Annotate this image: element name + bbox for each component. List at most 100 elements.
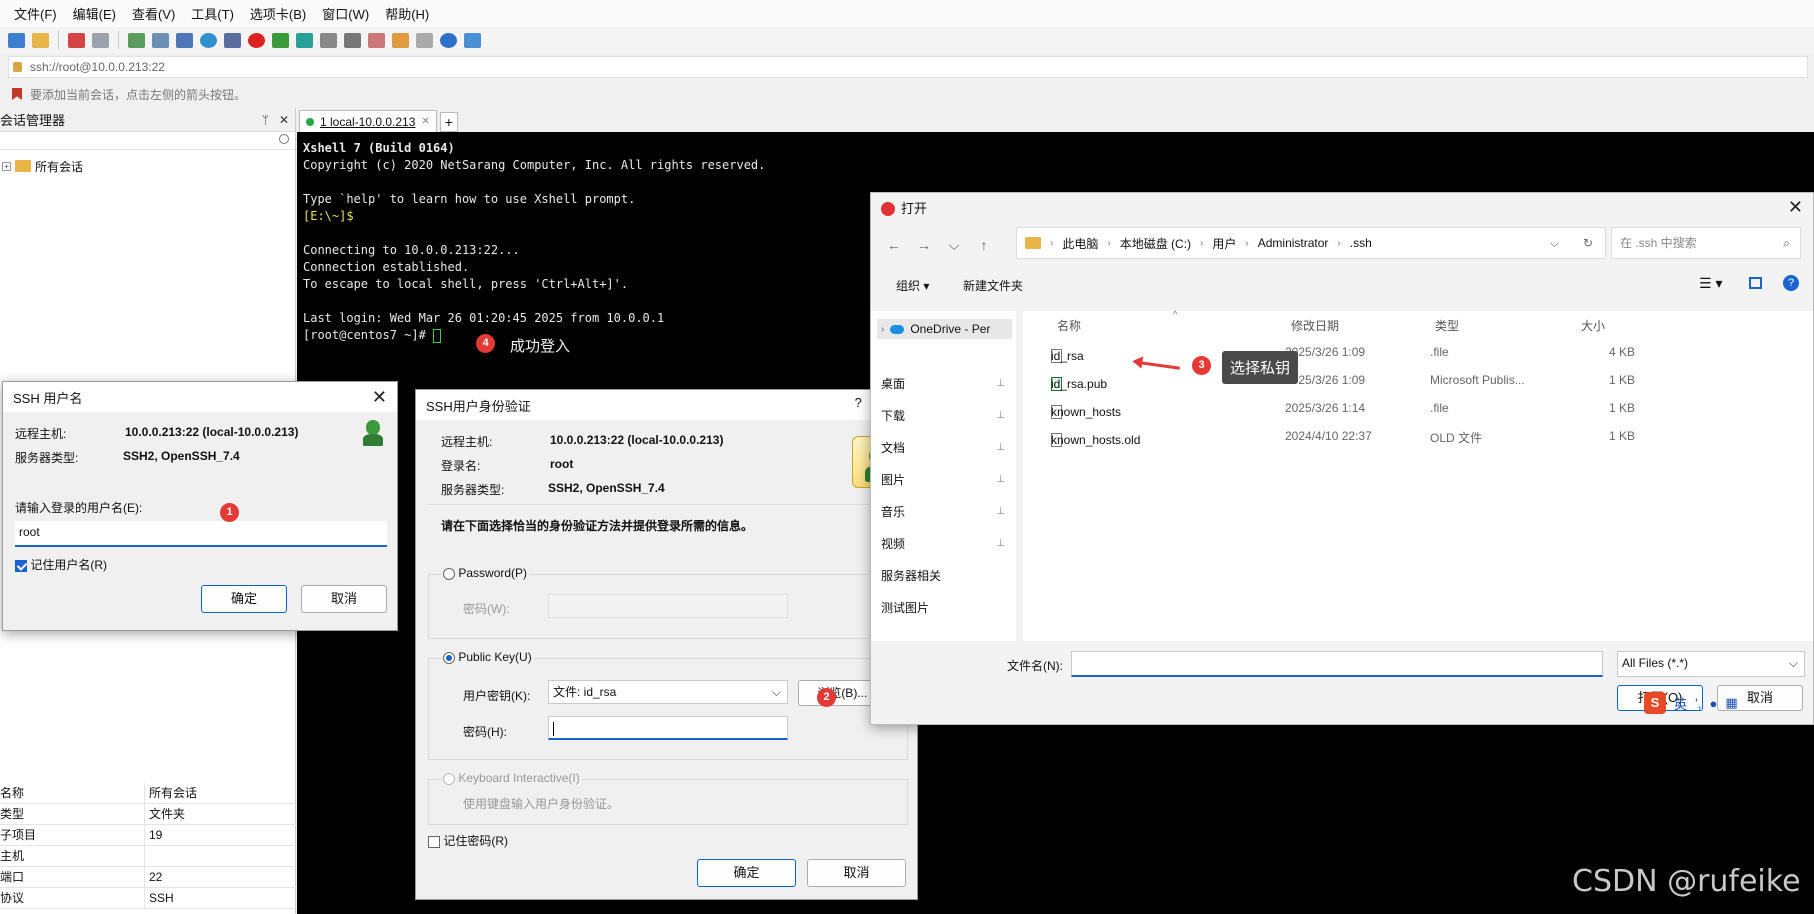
breadcrumb-item[interactable]: 用户 [1212, 235, 1236, 252]
keyboard-interactive-radio[interactable] [443, 772, 455, 785]
nav-item-desktop[interactable]: 桌面 ⊥ [881, 375, 1009, 392]
column-header-name[interactable]: 名称 [1057, 317, 1081, 334]
ime-lang-toggle[interactable]: 英 [1674, 694, 1687, 713]
preview-pane-icon[interactable] [1749, 277, 1762, 289]
step-badge-3: 3 [1192, 356, 1211, 375]
tab-close-icon[interactable]: ✕ [421, 116, 429, 127]
help-icon[interactable]: ? [1783, 275, 1799, 291]
close-icon[interactable]: ✕ [372, 387, 387, 408]
file-row[interactable]: known_hosts.old 2024/4/10 22:37 OLD 文件 1… [1023, 425, 1813, 447]
font-icon[interactable] [224, 32, 241, 48]
connect-icon[interactable] [68, 32, 85, 48]
add-tab-button[interactable]: + [439, 112, 458, 132]
layout-icon[interactable] [176, 32, 193, 48]
pin-icon[interactable]: ᛘ [262, 113, 269, 127]
fullscreen-icon[interactable] [296, 32, 313, 48]
address-bar[interactable]: ssh://root@10.0.0.213:22 [8, 56, 1808, 78]
close-icon[interactable]: ✕ [1788, 197, 1803, 218]
nav-item-onedrive[interactable]: › OneDrive - Per [877, 319, 1012, 339]
file-type-filter-select[interactable]: All Files (*.*) ⌵ [1617, 651, 1805, 677]
script-icon[interactable] [368, 32, 385, 48]
globe-icon[interactable] [200, 32, 217, 48]
breadcrumb[interactable]: › 此电脑 › 本地磁盘 (C:) › 用户 › Administrator ›… [1016, 227, 1606, 259]
menu-tools[interactable]: 工具(T) [191, 4, 234, 23]
ok-button[interactable]: 确定 [697, 859, 796, 887]
breadcrumb-item[interactable]: .ssh [1350, 236, 1372, 250]
search-icon[interactable] [152, 32, 169, 48]
menu-help[interactable]: 帮助(H) [385, 4, 429, 23]
menu-edit[interactable]: 编辑(E) [73, 4, 116, 23]
organize-button[interactable]: 组织 ▾ [896, 277, 929, 294]
xagent-icon[interactable] [272, 32, 289, 48]
breadcrumb-separator: › [1245, 237, 1249, 249]
file-row[interactable]: id_rsa.pub 2025/3/26 1:09 Microsoft Publ… [1023, 369, 1813, 391]
back-arrow-icon[interactable]: ← [879, 237, 909, 253]
password-input[interactable] [548, 594, 788, 618]
passphrase-input[interactable] [548, 716, 788, 740]
folder-search-input[interactable]: 在 .ssh 中搜索 ⌕ [1611, 227, 1801, 259]
recent-chevron-icon[interactable]: ⌵ [939, 237, 969, 254]
nav-item-downloads[interactable]: 下载 ⊥ [881, 407, 1009, 424]
nav-item-pictures[interactable]: 图片 ⊥ [881, 471, 1009, 488]
reconnect-icon[interactable] [128, 32, 145, 48]
cancel-button[interactable]: 取消 [301, 585, 387, 613]
session-search-input[interactable] [0, 132, 295, 150]
password-radio[interactable] [443, 567, 455, 580]
column-header-type[interactable]: 类型 [1435, 317, 1459, 334]
remember-username-checkbox[interactable] [15, 559, 27, 572]
tree-item-all-sessions[interactable]: + 所有会话 [0, 156, 295, 176]
expand-icon[interactable]: + [2, 161, 11, 171]
column-header-size[interactable]: 大小 [1581, 317, 1605, 334]
username-input[interactable]: root [15, 521, 387, 547]
view-options-icon[interactable]: ☰ ▾ [1699, 275, 1722, 292]
punctuation-icon[interactable]: ʼ, [1695, 696, 1702, 711]
menu-tabs[interactable]: 选项卡(B) [250, 4, 306, 23]
help-icon[interactable] [440, 32, 457, 48]
menu-view[interactable]: 查看(V) [132, 4, 175, 23]
column-header-date[interactable]: 修改日期 [1291, 317, 1339, 334]
csdn-watermark: CSDN @rufeike [1572, 864, 1801, 899]
ime-toolbar: S 英 ʼ, ● ▦ [1644, 692, 1738, 714]
forward-arrow-icon[interactable]: → [909, 237, 939, 253]
file-row[interactable]: known_hosts 2025/3/26 1:14 .file 1 KB [1023, 397, 1813, 419]
remember-password-checkbox[interactable] [428, 835, 440, 848]
lock-icon[interactable] [320, 32, 337, 48]
nav-item-videos[interactable]: 视频 ⊥ [881, 535, 1009, 552]
help-icon[interactable]: ? [855, 395, 862, 416]
keyboard-icon[interactable]: ▦ [1725, 695, 1737, 711]
public-key-radio[interactable] [443, 651, 455, 664]
nav-item-documents[interactable]: 文档 ⊥ [881, 439, 1009, 456]
session-manager-title: 会话管理器 [0, 113, 66, 128]
ime-logo-icon[interactable]: S [1644, 692, 1666, 714]
open-folder-icon[interactable] [32, 32, 49, 48]
transfer-icon[interactable] [392, 32, 409, 48]
disconnect-icon[interactable] [92, 32, 109, 48]
cancel-button[interactable]: 取消 [807, 859, 906, 887]
breadcrumb-item[interactable]: Administrator [1258, 236, 1329, 250]
refresh-icon[interactable]: ↻ [1583, 236, 1593, 250]
xftp-icon[interactable] [248, 32, 265, 48]
hint-bar: 要添加当前会话，点击左侧的箭头按钮。 [0, 82, 1814, 106]
breadcrumb-item[interactable]: 本地磁盘 (C:) [1120, 235, 1191, 252]
close-icon[interactable]: ✕ [279, 113, 289, 127]
up-arrow-icon[interactable]: ↑ [969, 237, 999, 253]
ok-button[interactable]: 确定 [201, 585, 287, 613]
tile-icon[interactable] [416, 32, 433, 48]
nav-item-music[interactable]: 音乐 ⊥ [881, 503, 1009, 520]
chat-icon[interactable] [464, 32, 481, 48]
chevron-right-icon[interactable]: › [881, 324, 884, 335]
nav-item-test-images[interactable]: 测试图片 [881, 599, 929, 616]
menu-window[interactable]: 窗口(W) [322, 4, 369, 23]
nav-item-servers[interactable]: 服务器相关 [881, 567, 941, 584]
user-key-select[interactable]: 文件: id_rsa ⌵ [548, 680, 788, 704]
bookmark-icon[interactable] [12, 88, 22, 100]
keyboard-icon[interactable] [344, 32, 361, 48]
filename-input[interactable] [1071, 651, 1603, 677]
chevron-down-icon[interactable]: ⌵ [1550, 236, 1559, 251]
new-session-icon[interactable] [8, 32, 25, 48]
menu-file[interactable]: 文件(F) [14, 4, 57, 23]
breadcrumb-item[interactable]: 此电脑 [1062, 235, 1098, 252]
new-folder-button[interactable]: 新建文件夹 [963, 277, 1023, 294]
tab-session[interactable]: 1 local-10.0.0.213 ✕ [299, 110, 437, 132]
microphone-icon[interactable]: ● [1710, 696, 1718, 711]
